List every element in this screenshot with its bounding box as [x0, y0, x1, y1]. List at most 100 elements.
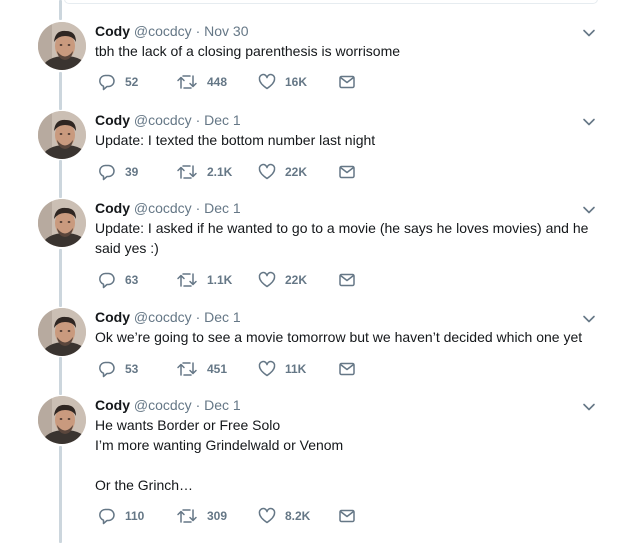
reply-button[interactable]: 39 — [98, 163, 138, 181]
retweet-icon — [176, 507, 198, 525]
retweet-count: 451 — [207, 362, 228, 376]
tweet-actions: 110 309 8.2K — [98, 507, 398, 525]
tweet-text-line: Update: I texted the bottom number last … — [95, 132, 376, 148]
separator-dot: · — [195, 23, 201, 39]
avatar-image — [38, 22, 86, 70]
avatar[interactable] — [38, 396, 86, 444]
retweet-button[interactable]: 451 — [176, 360, 227, 378]
author-handle[interactable]: @cocdcy — [134, 112, 192, 128]
avatar[interactable] — [38, 199, 86, 247]
author-name[interactable]: Cody — [95, 397, 130, 413]
reply-count: 52 — [125, 75, 139, 89]
retweet-button[interactable]: 309 — [176, 507, 227, 525]
tweet-header: Cody @cocdcy · Dec 1 — [95, 199, 241, 217]
like-button[interactable]: 22K — [258, 271, 307, 289]
separator-dot: · — [195, 397, 201, 413]
heart-icon — [258, 163, 276, 181]
retweet-icon — [176, 271, 198, 289]
tweet-actions: 52 448 16K — [98, 73, 398, 91]
thread-line — [59, 357, 62, 395]
tweet-text: Update: I texted the bottom number last … — [95, 130, 595, 150]
tweet-header: Cody @cocdcy · Dec 1 — [95, 396, 241, 414]
chevron-down-icon[interactable] — [582, 115, 596, 129]
author-handle[interactable]: @cocdcy — [134, 23, 192, 39]
avatar-image — [38, 111, 86, 159]
author-name[interactable]: Cody — [95, 23, 130, 39]
tweet-date[interactable]: Dec 1 — [204, 309, 241, 325]
avatar[interactable] — [38, 22, 86, 70]
avatar[interactable] — [38, 308, 86, 356]
tweet-header: Cody @cocdcy · Nov 30 — [95, 22, 249, 40]
mail-icon — [338, 507, 356, 525]
author-name[interactable]: Cody — [95, 309, 130, 325]
author-handle[interactable]: @cocdcy — [134, 397, 192, 413]
avatar[interactable] — [38, 111, 86, 159]
tweet-date[interactable]: Nov 30 — [204, 23, 248, 39]
like-count: 11K — [285, 362, 307, 376]
author-handle[interactable]: @cocdcy — [134, 309, 192, 325]
mail-icon — [338, 360, 356, 378]
reply-icon — [98, 271, 116, 289]
reply-count: 53 — [125, 362, 139, 376]
retweet-icon — [176, 163, 198, 181]
tweet-actions: 53 451 11K — [98, 360, 398, 378]
like-count: 22K — [285, 273, 308, 287]
tweet-text: Ok we’re going to see a movie tomorrow b… — [95, 327, 595, 347]
separator-dot: · — [195, 309, 201, 325]
mail-icon — [338, 73, 356, 91]
tweet-actions: 39 2.1K 22K — [98, 163, 398, 181]
tweet-text-line: Update: I asked if he wanted to go to a … — [95, 220, 589, 236]
tweet-text: He wants Border or Free Solo I’m more wan… — [95, 415, 595, 495]
reply-button[interactable]: 53 — [98, 360, 138, 378]
tweet-text-line: He wants Border or Free Solo — [95, 417, 281, 433]
direct-message-button[interactable] — [338, 360, 356, 378]
reply-button[interactable]: 52 — [98, 73, 138, 91]
tweet-text-line: I’m more wanting Grindelwald or Venom — [95, 437, 344, 453]
author-name[interactable]: Cody — [95, 200, 130, 216]
retweet-count: 448 — [207, 75, 228, 89]
tweet-header: Cody @cocdcy · Dec 1 — [95, 308, 241, 326]
author-name[interactable]: Cody — [95, 112, 130, 128]
thread-line — [59, 0, 62, 20]
tweet-text-line: Or the Grinch… — [95, 477, 194, 493]
retweet-count: 309 — [207, 509, 228, 523]
mail-icon — [338, 163, 356, 181]
heart-icon — [258, 73, 276, 91]
previous-tweet-card — [64, 0, 598, 4]
reply-button[interactable]: 63 — [98, 271, 138, 289]
reply-count: 63 — [125, 273, 139, 287]
chevron-down-icon[interactable] — [582, 203, 596, 217]
reply-count: 39 — [125, 165, 139, 179]
tweet-date[interactable]: Dec 1 — [204, 200, 241, 216]
author-handle[interactable]: @cocdcy — [134, 200, 192, 216]
separator-dot: · — [195, 200, 201, 216]
reply-button[interactable]: 110 — [98, 507, 144, 525]
retweet-icon — [176, 360, 198, 378]
like-button[interactable]: 8.2K — [258, 507, 310, 525]
tweet-header: Cody @cocdcy · Dec 1 — [95, 111, 241, 129]
tweet-date[interactable]: Dec 1 — [204, 112, 241, 128]
tweet-text: tbh the lack of a closing parenthesis is… — [95, 41, 595, 61]
tweet-date[interactable]: Dec 1 — [204, 397, 241, 413]
like-button[interactable]: 22K — [258, 163, 307, 181]
mail-icon — [338, 271, 356, 289]
direct-message-button[interactable] — [338, 163, 356, 181]
thread-line — [59, 249, 62, 307]
reply-count: 110 — [125, 509, 145, 523]
direct-message-button[interactable] — [338, 271, 356, 289]
like-button[interactable]: 16K — [258, 73, 307, 91]
chevron-down-icon[interactable] — [582, 312, 596, 326]
direct-message-button[interactable] — [338, 73, 356, 91]
retweet-button[interactable]: 448 — [176, 73, 227, 91]
direct-message-button[interactable] — [338, 507, 356, 525]
reply-icon — [98, 360, 116, 378]
chevron-down-icon[interactable] — [582, 26, 596, 40]
chevron-down-icon[interactable] — [582, 400, 596, 414]
reply-icon — [98, 163, 116, 181]
retweet-button[interactable]: 2.1K — [176, 163, 232, 181]
avatar-image — [38, 396, 86, 444]
heart-icon — [258, 271, 276, 289]
like-button[interactable]: 11K — [258, 360, 306, 378]
thread-line — [59, 160, 62, 198]
retweet-button[interactable]: 1.1K — [176, 271, 232, 289]
